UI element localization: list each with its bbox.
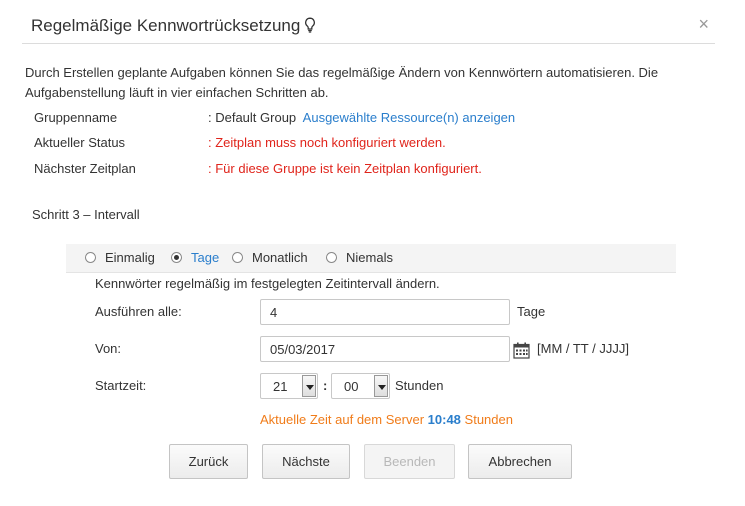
radio-label-niemals: Niemals <box>346 250 393 265</box>
server-time-suffix: Stunden <box>464 412 513 427</box>
radio-einmalig[interactable]: Einmalig <box>85 249 155 267</box>
from-date-input[interactable] <box>260 336 510 362</box>
intro-text: Durch Erstellen geplante Aufgaben können… <box>25 65 659 100</box>
radio-label-tage: Tage <box>191 250 220 265</box>
password-reset-dialog: Regelmäßige Kennwortrücksetzung × Durch … <box>0 0 745 506</box>
chevron-down-icon[interactable] <box>374 375 388 397</box>
time-separator: : <box>323 378 328 393</box>
status-value: : Zeitplan muss noch konfiguriert werden… <box>208 135 446 150</box>
info-row-status: Aktueller Status : Zeitplan muss noch ko… <box>34 133 634 153</box>
radio-button-icon[interactable] <box>326 252 337 263</box>
finish-button[interactable]: Beenden <box>364 444 455 479</box>
interval-description: Kennwörter regelmäßig im festgelegten Ze… <box>95 276 440 291</box>
schedule-value: : Für diese Gruppe ist kein Zeitplan kon… <box>208 161 482 176</box>
hour-value: 21 <box>273 379 288 394</box>
radio-tage[interactable]: Tage <box>171 249 219 267</box>
group-value-container: : Default Group Ausgewählte Ressource(n)… <box>208 108 515 128</box>
radio-label-monatlich: Monatlich <box>252 250 308 265</box>
dialog-title-text: Regelmäßige Kennwortrücksetzung <box>31 16 301 35</box>
status-label: Aktueller Status <box>34 135 126 150</box>
info-row-group: Gruppenname : Default Group Ausgewählte … <box>34 108 634 128</box>
server-time-note: Aktuelle Zeit auf dem Server 10:48 Stund… <box>260 410 513 430</box>
radio-label-einmalig: Einmalig <box>105 250 155 265</box>
group-label: Gruppenname <box>34 110 118 125</box>
dialog-title: Regelmäßige Kennwortrücksetzung <box>31 16 316 38</box>
server-time-prefix: Aktuelle Zeit auf dem Server <box>260 412 425 427</box>
cancel-button[interactable]: Abbrechen <box>468 444 572 479</box>
dialog-header: Regelmäßige Kennwortrücksetzung × <box>22 10 715 44</box>
radio-button-selected-icon[interactable] <box>171 252 182 263</box>
lightbulb-icon <box>304 17 316 38</box>
minute-value: 00 <box>344 379 359 394</box>
minute-select[interactable]: 00 <box>331 373 390 399</box>
interval-radio-group: Einmalig Tage Monatlich Niemals <box>66 244 676 273</box>
server-time-value: 10:48 <box>427 412 461 427</box>
radio-monatlich[interactable]: Monatlich <box>232 249 308 267</box>
close-icon[interactable]: × <box>698 14 709 35</box>
info-row-schedule: Nächster Zeitplan : Für diese Gruppe ist… <box>34 159 634 179</box>
hour-select[interactable]: 21 <box>260 373 318 399</box>
run-every-input[interactable] <box>260 299 510 325</box>
group-value: : Default Group <box>208 110 297 125</box>
calendar-icon[interactable] <box>513 342 530 362</box>
radio-button-icon[interactable] <box>85 252 96 263</box>
schedule-label: Nächster Zeitplan <box>34 161 136 176</box>
start-time-label: Startzeit: <box>95 378 147 393</box>
date-format-hint: [MM / TT / JJJJ] <box>537 341 629 356</box>
run-every-label: Ausführen alle: <box>95 304 182 319</box>
from-label: Von: <box>95 341 122 356</box>
chevron-down-icon[interactable] <box>302 375 316 397</box>
radio-button-icon[interactable] <box>232 252 243 263</box>
next-button[interactable]: Nächste <box>262 444 350 479</box>
run-every-unit: Tage <box>517 304 546 319</box>
time-unit: Stunden <box>395 378 444 393</box>
show-resources-link[interactable]: Ausgewählte Ressource(n) anzeigen <box>303 110 515 125</box>
back-button[interactable]: Zurück <box>169 444 248 479</box>
radio-niemals[interactable]: Niemals <box>326 249 393 267</box>
step-title: Schritt 3 – Intervall <box>32 207 140 222</box>
